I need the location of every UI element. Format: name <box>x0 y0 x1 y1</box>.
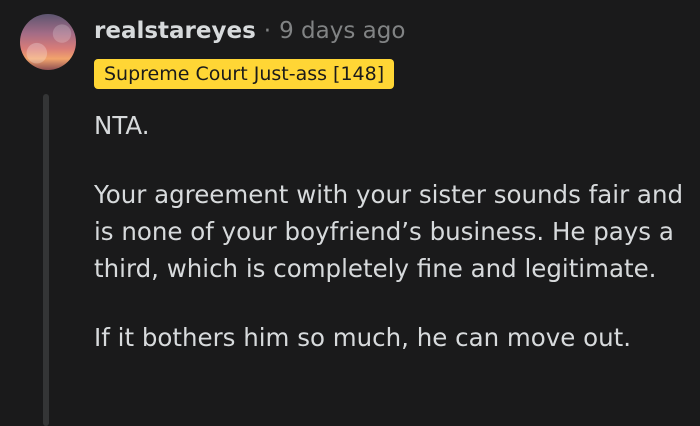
comment-paragraph: NTA. <box>94 111 150 140</box>
comment-paragraph: If it bothers him so much, he can move o… <box>94 323 632 352</box>
user-avatar-icon[interactable] <box>20 14 76 70</box>
comment-meta: realstareyes · 9 days ago <box>94 13 405 49</box>
comment-body: NTA. Your agreement with your sister sou… <box>94 107 684 356</box>
meta-separator: · <box>263 18 272 44</box>
comment-paragraph: Your agreement with your sister sounds f… <box>94 180 684 283</box>
username-link[interactable]: realstareyes <box>94 18 256 44</box>
comment: realstareyes · 9 days ago Supreme Court … <box>0 0 700 426</box>
thread-collapse-line[interactable] <box>43 94 49 426</box>
user-flair-badge: Supreme Court Just-ass [148] <box>94 59 395 89</box>
timestamp[interactable]: 9 days ago <box>279 18 405 44</box>
